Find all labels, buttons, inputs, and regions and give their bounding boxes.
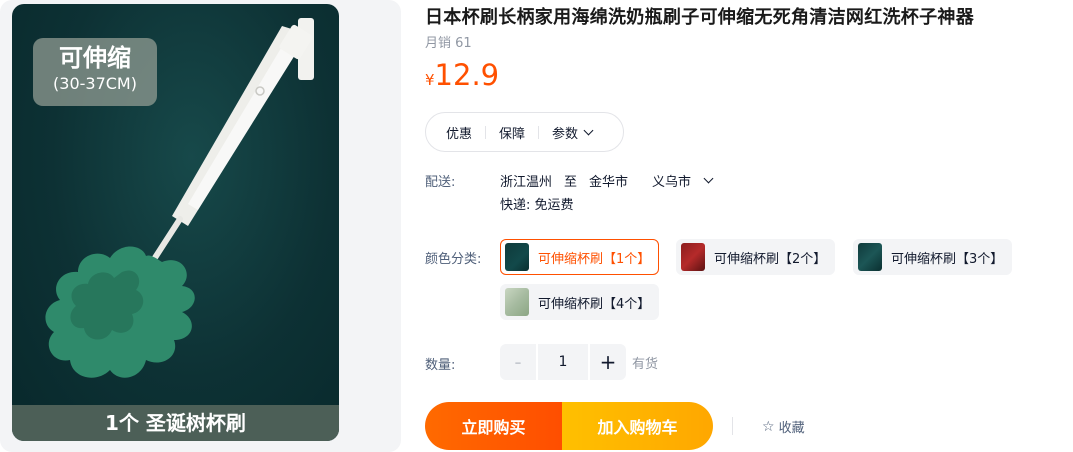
sku-option-3[interactable]: 可伸缩杯刷【3个】	[853, 239, 1013, 275]
main-product-image[interactable]: 可伸缩 (30-37CM) 1个 圣诞树杯刷	[12, 4, 339, 441]
ship-from: 浙江温州	[500, 175, 553, 190]
sku-thumbnail	[681, 243, 705, 271]
quantity-decrease-button[interactable]: -	[500, 344, 536, 380]
sku-label: 颜色分类:	[425, 252, 482, 267]
sku-option-4[interactable]: 可伸缩杯刷【4个】	[500, 284, 660, 320]
quantity-label: 数量:	[425, 358, 456, 373]
favorite-label: 收藏	[778, 421, 805, 436]
tab-params[interactable]: 参数	[552, 123, 594, 142]
divider	[732, 417, 733, 435]
purchase-buttons: 立即购买 加入购物车	[425, 402, 713, 450]
shipping-route: 浙江温州 至 金华市 义乌市	[500, 171, 714, 190]
size-badge: 可伸缩 (30-37CM)	[33, 38, 157, 106]
ship-district[interactable]: 义乌市	[652, 171, 691, 190]
ship-city[interactable]: 金华市	[589, 171, 628, 190]
monthly-sales: 月销 61	[425, 36, 472, 51]
tab-guarantee[interactable]: 保障	[499, 123, 525, 142]
stock-status: 有货	[632, 356, 659, 372]
quantity-stepper: - 1 + 有货	[500, 344, 658, 380]
express-fee: 快递: 免运费	[500, 198, 574, 213]
shipping-label: 配送:	[425, 175, 456, 190]
price: ¥12.9	[425, 58, 499, 92]
tab-divider	[485, 125, 487, 139]
sku-option-1[interactable]: 可伸缩杯刷【1个】	[500, 239, 660, 275]
star-icon: ☆	[762, 418, 775, 435]
product-title: 日本杯刷长柄家用海绵洗奶瓶刷子可伸缩无死角清洁网红洗杯子神器	[425, 7, 974, 28]
chevron-down-icon	[583, 125, 594, 135]
sku-thumbnail	[858, 243, 882, 271]
quantity-input[interactable]: 1	[538, 344, 588, 380]
sku-option-label: 可伸缩杯刷【2个】	[714, 251, 827, 267]
chevron-down-icon[interactable]	[703, 173, 714, 184]
quantity-increase-button[interactable]: +	[590, 344, 626, 380]
favorite-button[interactable]: ☆ 收藏	[762, 417, 805, 437]
add-to-cart-button[interactable]: 加入购物车	[562, 402, 713, 450]
sku-thumbnail	[505, 288, 529, 316]
buy-now-button[interactable]: 立即购买	[425, 402, 562, 450]
sku-option-label: 可伸缩杯刷【3个】	[891, 251, 1004, 267]
badge-title: 可伸缩	[59, 44, 131, 72]
image-caption: 1个 圣诞树杯刷	[12, 405, 339, 441]
price-value: 12.9	[434, 58, 500, 92]
product-gallery: 可伸缩 (30-37CM) 1个 圣诞树杯刷	[0, 0, 401, 452]
tab-divider	[538, 125, 540, 139]
tab-params-label: 参数	[552, 126, 579, 142]
sku-thumbnail	[505, 243, 529, 271]
sku-option-label: 可伸缩杯刷【4个】	[538, 296, 651, 312]
ship-to-word: 至	[564, 175, 578, 190]
tab-discount[interactable]: 优惠	[446, 123, 472, 142]
sku-option-label: 可伸缩杯刷【1个】	[538, 251, 651, 267]
sku-option-2[interactable]: 可伸缩杯刷【2个】	[676, 239, 836, 275]
badge-size: (30-37CM)	[53, 74, 137, 93]
info-tabs: 优惠 保障 参数	[425, 112, 624, 152]
currency-symbol: ¥	[425, 71, 435, 89]
